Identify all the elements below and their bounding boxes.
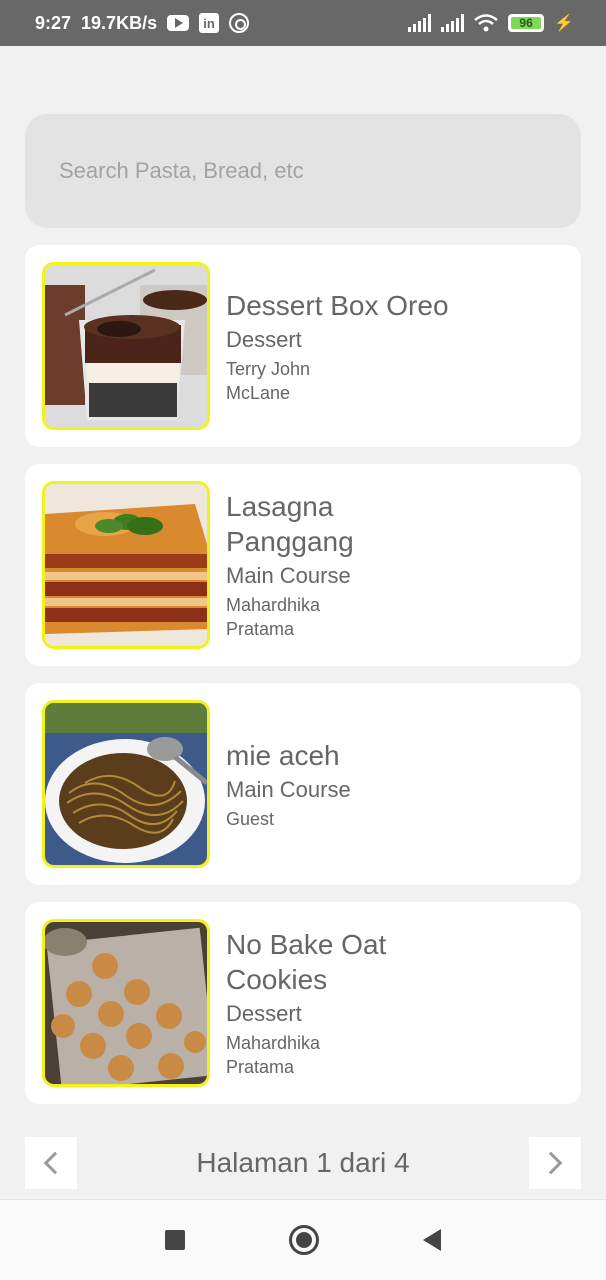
network-speed: 19.7KB/s xyxy=(81,12,158,33)
status-time: 9:27 xyxy=(35,12,72,33)
battery-icon: 96 xyxy=(508,14,545,32)
recipe-author: Mahardhika Pratama xyxy=(226,595,321,639)
linkedin-icon: in xyxy=(199,13,220,33)
recipe-thumbnail xyxy=(42,919,210,1087)
recipe-card[interactable]: Dessert Box Oreo Dessert Terry John McLa… xyxy=(25,245,581,447)
recipe-title: Lasagna Panggang xyxy=(226,491,354,557)
youtube-icon xyxy=(167,15,190,31)
recipe-card[interactable]: Lasagna Panggang Main Course Mahardhika … xyxy=(25,464,581,666)
at-sign-icon xyxy=(229,13,250,33)
signal-icon xyxy=(408,14,432,32)
system-navigation-bar xyxy=(0,1199,606,1280)
recipe-title: mie aceh xyxy=(226,739,340,771)
recipe-category: Main Course xyxy=(226,776,351,802)
back-button[interactable] xyxy=(423,1229,441,1251)
recipe-author: Mahardhika Pratama xyxy=(226,1033,321,1077)
recipe-card[interactable]: No Bake Oat Cookies Dessert Mahardhika P… xyxy=(25,902,581,1104)
charging-icon: ⚡ xyxy=(554,15,574,32)
recipe-thumbnail xyxy=(42,262,210,430)
recipe-info: No Bake Oat Cookies Dessert Mahardhika P… xyxy=(226,927,416,1079)
recipe-card[interactable]: mie aceh Main Course Guest xyxy=(25,683,581,885)
recipe-info: Dessert Box Oreo Dessert Terry John McLa… xyxy=(226,288,486,405)
chevron-right-icon xyxy=(539,1151,563,1175)
recents-button[interactable] xyxy=(165,1230,185,1250)
search-box[interactable] xyxy=(25,114,581,228)
recipe-title: No Bake Oat Cookies xyxy=(226,929,387,995)
recipe-info: Lasagna Panggang Main Course Mahardhika … xyxy=(226,489,396,641)
recipe-category: Main Course xyxy=(226,563,351,588)
chevron-left-icon xyxy=(43,1151,67,1175)
recipe-category: Dessert xyxy=(226,1001,302,1026)
battery-level: 96 xyxy=(519,16,533,30)
page-indicator: Halaman 1 dari 4 xyxy=(196,1147,410,1178)
recipe-title: Dessert Box Oreo xyxy=(226,289,449,321)
recipe-author: Terry John McLane xyxy=(226,358,311,403)
status-bar: 9:27 19.7KB/s in 96 ⚡ xyxy=(0,0,606,46)
recipe-thumbnail xyxy=(42,700,210,868)
next-page-button[interactable] xyxy=(528,1137,581,1189)
previous-page-button[interactable] xyxy=(25,1137,77,1189)
signal-icon-2 xyxy=(441,14,465,32)
wifi-icon xyxy=(474,14,498,32)
recipe-thumbnail xyxy=(42,481,210,649)
recipe-author: Guest xyxy=(226,808,275,829)
pagination: Halaman 1 dari 4 xyxy=(25,1137,581,1189)
search-input[interactable] xyxy=(59,158,539,184)
recipe-info: mie aceh Main Course Guest xyxy=(226,738,486,831)
recipe-category: Dessert xyxy=(226,326,302,352)
home-button[interactable] xyxy=(289,1225,319,1255)
